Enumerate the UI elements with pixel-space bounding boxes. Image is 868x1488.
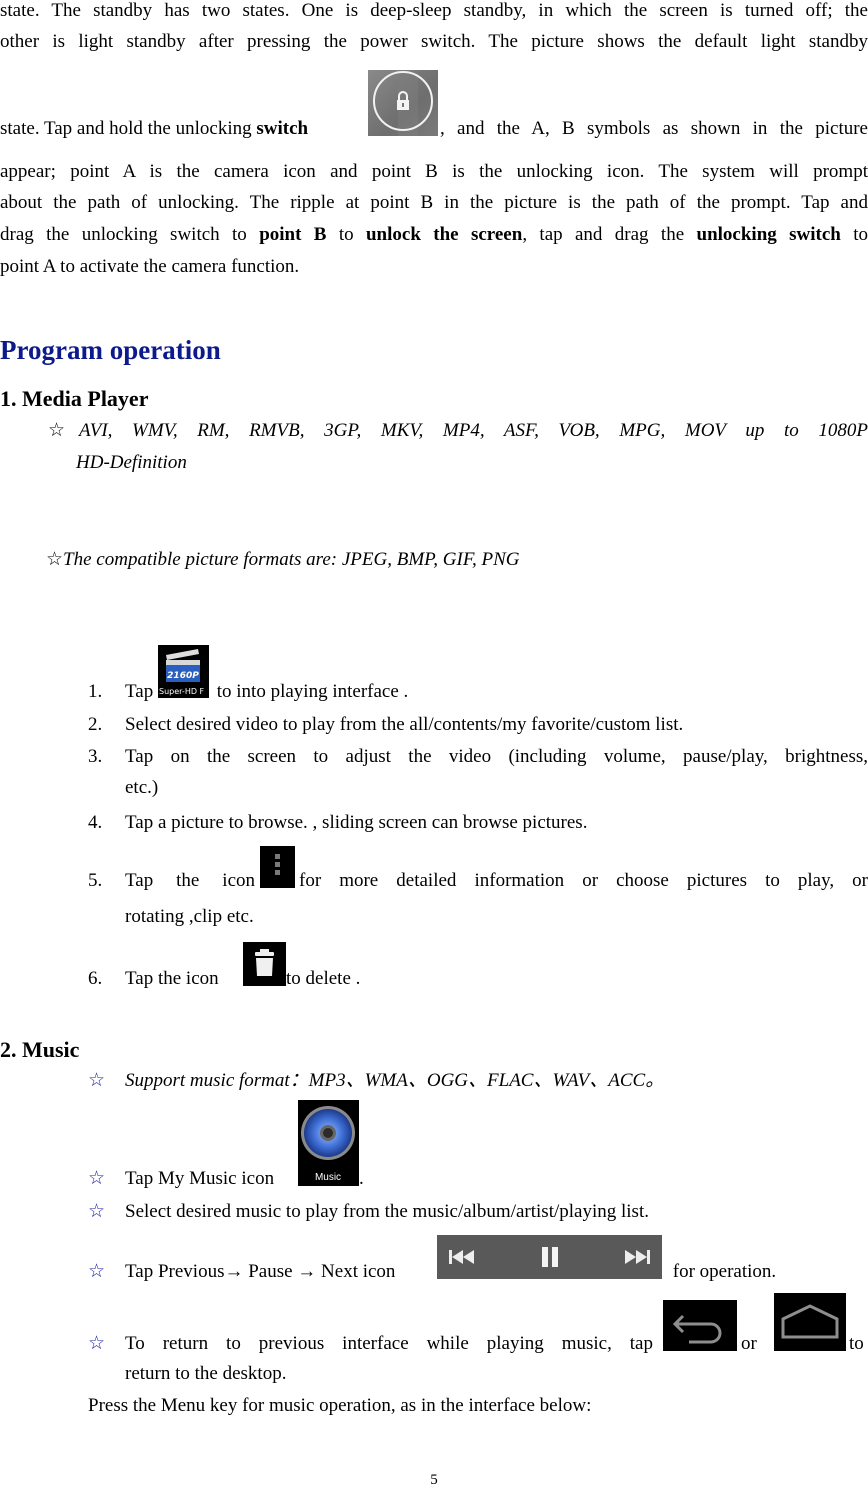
star-icon: ☆ xyxy=(48,420,66,441)
step-5-number: 5. xyxy=(88,870,103,891)
picture-formats: ☆The compatible picture formats are: JPE… xyxy=(46,549,520,570)
switch-bold: switch xyxy=(256,118,309,139)
back-icon[interactable] xyxy=(663,1300,737,1351)
intro-line-3-end: , and the A, B symbols as shown in the p… xyxy=(440,118,868,139)
music-item-3-text-a: Tap Previous→ Pause → Next icon xyxy=(125,1261,396,1282)
intro-line-4: appear; point A is the camera icon and p… xyxy=(0,161,868,182)
step-6-text-a: Tap the icon xyxy=(125,968,224,989)
step-2-text: Select desired video to play from the al… xyxy=(125,714,684,735)
step-3-line-1: Tap on the screen to adjust the video (i… xyxy=(125,746,868,767)
intro-line-5: about the path of unlocking. The ripple … xyxy=(0,192,868,213)
lock-icon xyxy=(368,70,438,136)
step-1-text-a: Tap xyxy=(125,681,154,702)
media-player-heading: 1. Media Player xyxy=(0,386,149,411)
music-item-4-to: to xyxy=(849,1333,864,1354)
intro-line-2: other is light standby after pressing th… xyxy=(0,31,868,52)
playback-controls-icon xyxy=(437,1235,662,1279)
star-icon: ☆ xyxy=(88,1070,106,1091)
step-3-line-2: etc.) xyxy=(125,777,159,798)
step-6-number: 6. xyxy=(88,968,103,989)
video-formats-line-2: HD-Definition xyxy=(76,452,187,473)
star-icon: ☆ xyxy=(88,1168,106,1189)
music-item-4-text: To return to previous interface while pl… xyxy=(125,1333,653,1354)
music-item-1-text: Tap My Music icon xyxy=(125,1168,275,1189)
menu-note: Press the Menu key for music operation, … xyxy=(88,1395,592,1416)
overflow-menu-icon[interactable] xyxy=(260,846,295,888)
step-5-text-b: for more detailed information or choose … xyxy=(299,870,868,891)
pause-icon[interactable] xyxy=(540,1246,560,1268)
home-icon[interactable] xyxy=(774,1293,846,1351)
svg-text:Super-HD F: Super-HD F xyxy=(159,687,205,696)
music-heading: 2. Music xyxy=(0,1037,80,1062)
page-number: 5 xyxy=(430,1472,438,1488)
music-formats: Support music format：MP3、WMA、OGG、FLAC、WA… xyxy=(125,1070,665,1091)
intro-line-1: state. The standby has two states. One i… xyxy=(0,0,868,21)
music-item-2-text: Select desired music to play from the mu… xyxy=(125,1201,649,1222)
music-item-1-period: . xyxy=(359,1168,364,1189)
video-formats-line-1: ☆ AVI, WMV, RM, RMVB, 3GP, MKV, MP4, ASF… xyxy=(48,420,868,441)
trash-icon[interactable] xyxy=(243,942,286,986)
music-icon-label: Music xyxy=(315,1172,341,1183)
step-3-number: 3. xyxy=(88,746,103,767)
music-item-3-text-b: for operation. xyxy=(668,1261,777,1282)
step-1-text-b: to into playing interface . xyxy=(212,681,409,702)
music-app-icon[interactable]: Music xyxy=(298,1100,359,1186)
intro-text: state. Tap and hold the unlocking xyxy=(0,118,257,139)
step-4-text: Tap a picture to browse. , sliding scree… xyxy=(125,812,588,833)
previous-icon[interactable] xyxy=(449,1248,477,1266)
step-6-text-b: to delete . xyxy=(286,968,361,989)
next-icon[interactable] xyxy=(622,1248,650,1266)
step-5-line-2: rotating ,clip etc. xyxy=(125,906,254,927)
star-icon: ☆ xyxy=(88,1201,106,1222)
step-1-number: 1. xyxy=(88,681,103,702)
intro-line-6: drag the unlocking switch to point B to … xyxy=(0,224,868,245)
star-icon: ☆ xyxy=(88,1261,106,1282)
star-icon: ☆ xyxy=(46,549,64,570)
svg-text:2160P: 2160P xyxy=(167,671,199,681)
music-item-4-or: or xyxy=(741,1333,757,1354)
music-item-4-line-2: return to the desktop. xyxy=(125,1363,287,1384)
step-5-text-a: Tap the icon xyxy=(125,870,255,891)
star-icon: ☆ xyxy=(88,1333,106,1354)
intro-line-7: point A to activate the camera function. xyxy=(0,256,300,277)
step-4-number: 4. xyxy=(88,812,103,833)
step-2-number: 2. xyxy=(88,714,103,735)
super-hd-player-icon[interactable]: 2160P Super-HD F xyxy=(158,645,209,698)
section-title: Program operation xyxy=(0,335,221,365)
